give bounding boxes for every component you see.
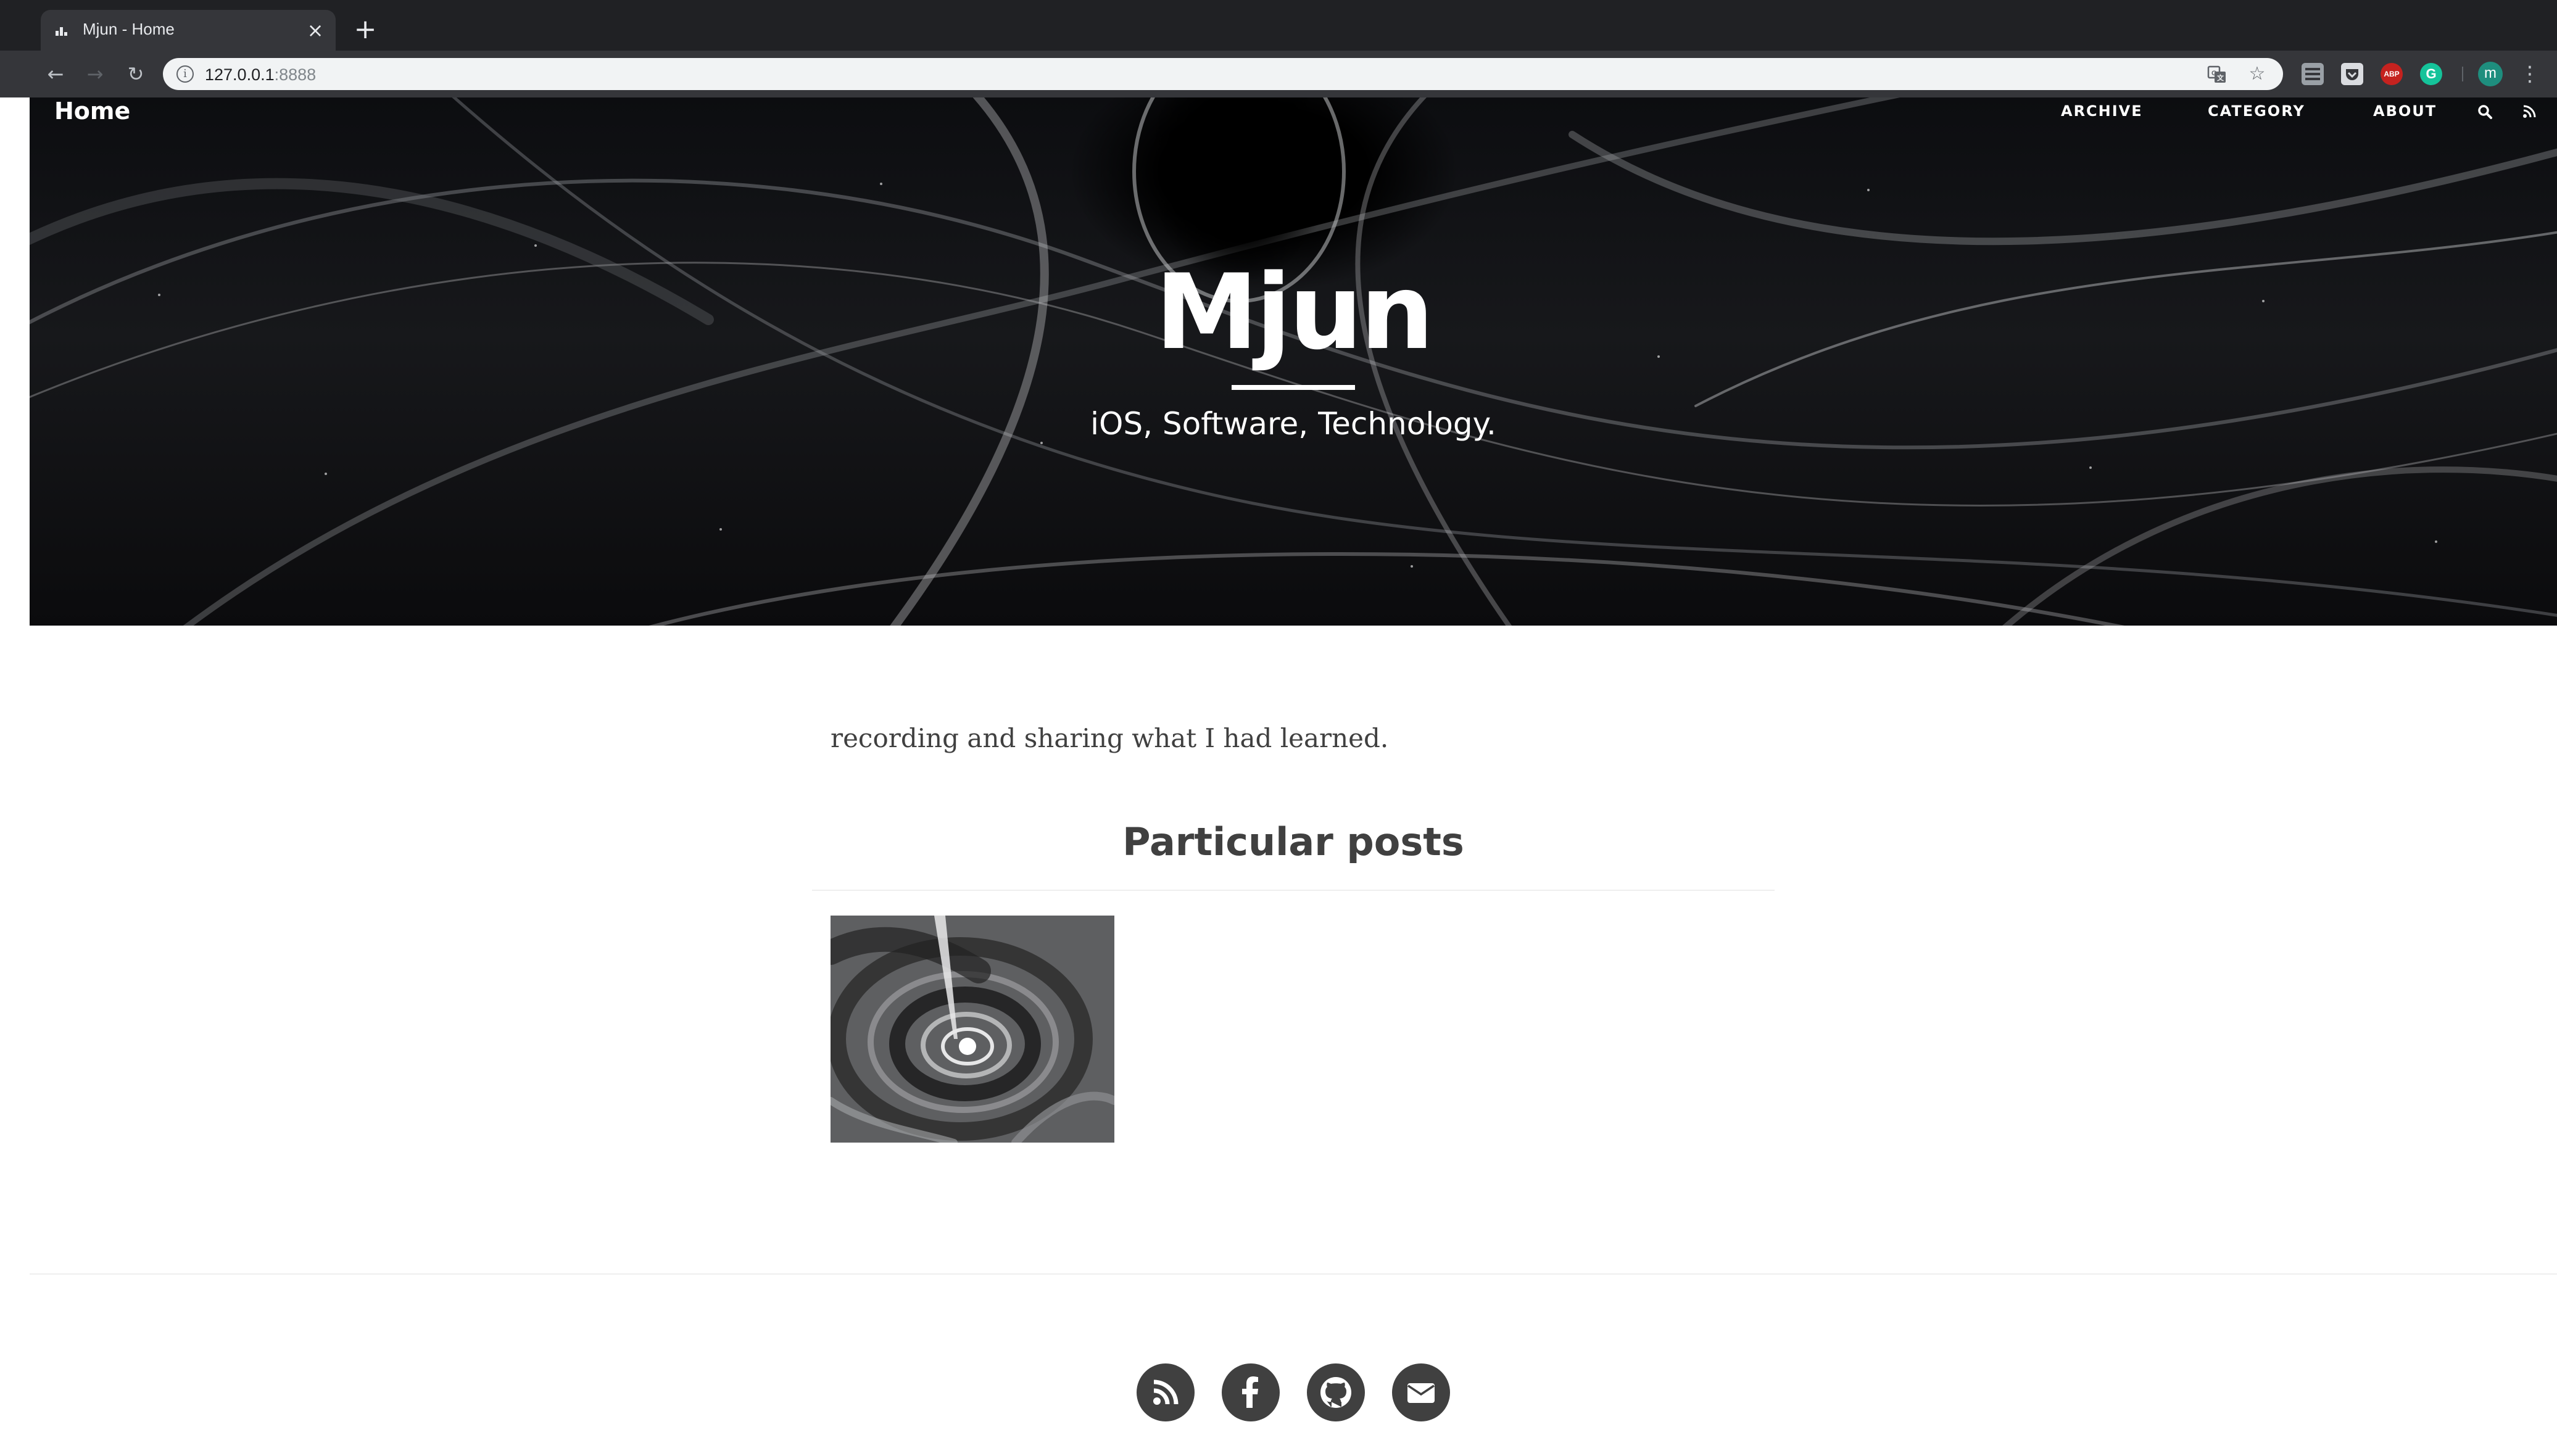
footer-email-link[interactable]	[1392, 1363, 1450, 1421]
tab-title: Mjun - Home	[83, 20, 175, 38]
email-icon	[1407, 1383, 1435, 1403]
hero-header: Home ARCHIVE CATEGORY ABOUT Mjun iOS, So…	[30, 97, 2557, 626]
footer-rss-link[interactable]	[1137, 1363, 1195, 1421]
new-tab-button[interactable]: +	[350, 15, 380, 44]
footer-github-link[interactable]	[1307, 1363, 1365, 1421]
address-bar[interactable]: i 127.0.0.1:8888 G 文 ☆	[163, 58, 2283, 90]
browser-toolbar: ← → ↻ i 127.0.0.1:8888 G 文 ☆ ABP G m ⋮	[0, 51, 2557, 97]
facebook-icon	[1242, 1376, 1258, 1408]
reader-extension-icon[interactable]	[2302, 63, 2324, 85]
title-underline	[1232, 385, 1355, 390]
rss-feed-icon[interactable]	[2522, 104, 2537, 118]
back-button[interactable]: ←	[41, 59, 70, 89]
browser-tab[interactable]: Mjun - Home ×	[41, 10, 336, 51]
adblock-plus-icon[interactable]: ABP	[2381, 63, 2403, 85]
rss-icon	[1153, 1379, 1179, 1405]
url-host: 127.0.0.1	[205, 65, 275, 84]
site-favicon-icon	[56, 27, 67, 36]
bookmark-star-icon[interactable]: ☆	[2246, 63, 2268, 85]
forward-button[interactable]: →	[80, 59, 110, 89]
section-divider	[812, 890, 1775, 891]
footer-facebook-link[interactable]	[1222, 1363, 1280, 1421]
page-left-gutter	[0, 97, 30, 1456]
grammarly-icon[interactable]: G	[2420, 63, 2442, 85]
github-icon	[1320, 1377, 1351, 1408]
pocket-extension-icon[interactable]	[2341, 63, 2363, 85]
url-text[interactable]: 127.0.0.1:8888	[205, 65, 316, 85]
site-info-icon[interactable]: i	[176, 65, 194, 83]
nav-category-link[interactable]: CATEGORY	[2208, 97, 2305, 125]
toolbar-divider	[2462, 67, 2463, 81]
search-icon[interactable]	[2477, 104, 2493, 120]
svg-text:文: 文	[2217, 73, 2224, 82]
footer-divider	[30, 1273, 2557, 1275]
browser-chrome: Mjun - Home × + ← → ↻ i 127.0.0.1:8888 G…	[0, 0, 2557, 97]
site-title: Mjun	[1155, 252, 1434, 373]
section-title: Particular posts	[1122, 819, 1464, 864]
translate-icon[interactable]: G 文	[2207, 64, 2228, 85]
nav-archive-link[interactable]: ARCHIVE	[2061, 97, 2143, 125]
url-port: :8888	[274, 65, 317, 84]
nav-about-link[interactable]: ABOUT	[2373, 97, 2437, 125]
tab-close-icon[interactable]: ×	[304, 19, 327, 42]
site-brand-home-link[interactable]: Home	[54, 97, 130, 125]
intro-text: recording and sharing what I had learned…	[831, 723, 1389, 753]
profile-avatar[interactable]: m	[2478, 62, 2503, 86]
reload-button[interactable]: ↻	[121, 59, 151, 89]
black-hole-thumbnail-image	[831, 916, 1114, 1143]
browser-menu-icon[interactable]: ⋮	[2518, 60, 2542, 88]
site-subtitle: iOS, Software, Technology.	[1090, 406, 1496, 442]
post-thumbnail[interactable]	[831, 916, 1114, 1143]
svg-text:G: G	[2211, 70, 2217, 77]
